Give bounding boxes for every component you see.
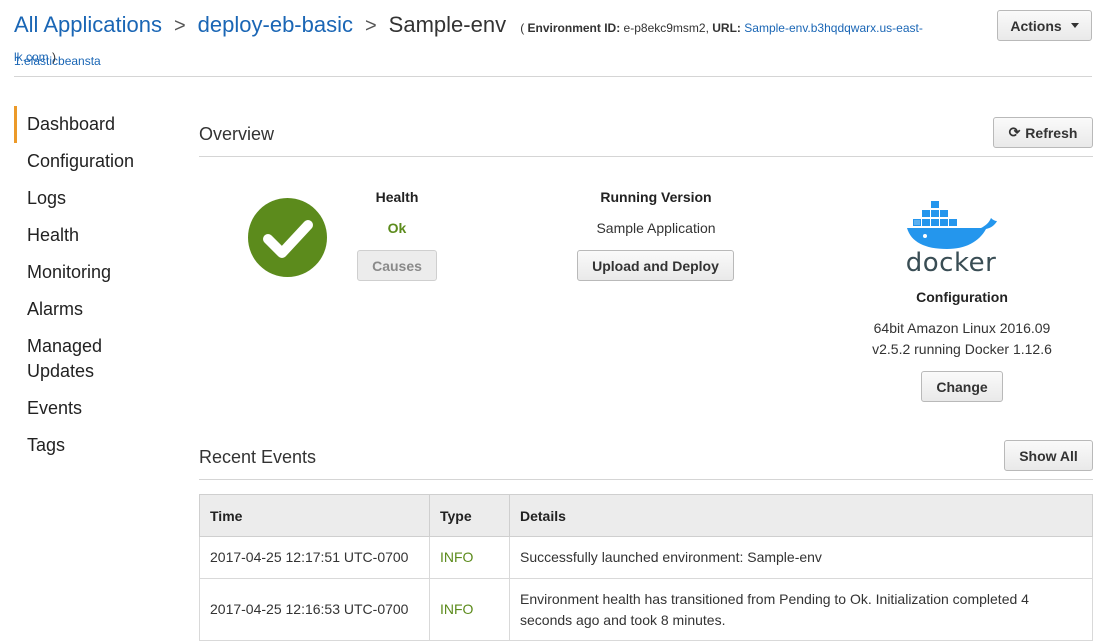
upload-and-deploy-button[interactable]: Upload and Deploy [577,250,734,281]
env-id-value: e-p8ekc9msm2, [623,21,709,35]
column-header-details[interactable]: Details [509,494,1093,537]
caret-down-icon [1070,23,1079,28]
events-divider [199,479,1093,480]
configuration-version: v2.5.2 running Docker 1.12.6 [872,341,1052,357]
sidebar-item-configuration[interactable]: Configuration [14,143,174,180]
table-header-row: Time Type Details [199,494,1093,537]
overview-title: Overview [199,124,275,144]
configuration-label: Configuration [916,289,1008,305]
breadcrumb-environment: Sample-env [388,12,507,37]
show-all-button[interactable]: Show All [1004,440,1093,471]
events-table: Time Type Details 2017-04-25 12:17:51 UT… [199,494,1093,641]
event-time: 2017-04-25 12:17:51 UTC-0700 [199,536,430,579]
running-version-label: Running Version [600,189,712,205]
overview-divider [199,156,1093,157]
refresh-label: Refresh [1025,124,1078,141]
breadcrumb-separator: > [364,15,377,37]
event-type: INFO [429,536,510,579]
health-status: Ok [387,220,407,236]
configuration-platform: 64bit Amazon Linux 2016.09 [873,320,1051,336]
refresh-icon: ⟳ [1008,124,1021,140]
sidebar-item-health[interactable]: Health [14,217,174,254]
sidebar-item-managed-updates[interactable]: Managed Updates [14,328,124,390]
event-type: INFO [429,578,510,641]
url-label: URL: [712,21,741,35]
breadcrumb: All Applications > deploy-eb-basic > Sample-… [14,10,999,76]
column-header-type[interactable]: Type [429,494,510,537]
sidebar-item-logs[interactable]: Logs [14,180,174,217]
sidebar-item-tags[interactable]: Tags [14,427,174,464]
checkmark-circle-icon [248,198,327,277]
health-label: Health [375,189,419,205]
table-row: 2017-04-25 12:16:53 UTC-0700 INFO Enviro… [199,578,1093,641]
env-id-label: Environment ID: [527,21,621,35]
env-url-continuation: lk.com ) [14,50,56,64]
paren-open: ( [520,21,525,35]
header-divider [14,76,1092,77]
column-header-time[interactable]: Time [199,494,430,537]
event-details: Environment health has transitioned from… [509,578,1093,641]
breadcrumb-separator: > [173,15,186,37]
sidebar-item-monitoring[interactable]: Monitoring [14,254,174,291]
breadcrumb-all-applications[interactable]: All Applications [14,12,162,37]
actions-label: Actions [1010,17,1062,34]
actions-button[interactable]: Actions [997,10,1092,41]
docker-logo-text: docker [905,248,997,278]
refresh-button[interactable]: ⟳ Refresh [993,117,1093,148]
sidebar-item-events[interactable]: Events [14,390,174,427]
event-time: 2017-04-25 12:16:53 UTC-0700 [199,578,430,641]
table-row: 2017-04-25 12:17:51 UTC-0700 INFO Succes… [199,536,1093,579]
running-version-value: Sample Application [596,220,716,236]
recent-events-title: Recent Events [199,447,317,467]
change-configuration-button[interactable]: Change [921,371,1003,402]
paren-close: ) [52,50,57,64]
sidebar-nav: Dashboard Configuration Logs Health Moni… [14,106,174,464]
causes-button[interactable]: Causes [357,250,437,281]
breadcrumb-application[interactable]: deploy-eb-basic [198,12,353,37]
event-details: Successfully launched environment: Sampl… [509,536,1093,579]
env-url-link-end[interactable]: lk.com [14,50,49,64]
sidebar-item-alarms[interactable]: Alarms [14,291,174,328]
sidebar-item-dashboard[interactable]: Dashboard [14,106,174,143]
